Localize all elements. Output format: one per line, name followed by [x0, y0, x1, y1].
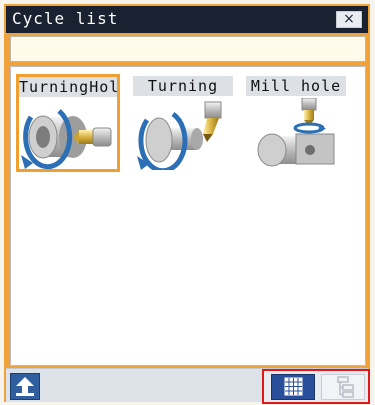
back-arrow-icon: [16, 377, 34, 396]
view-mode-group: [262, 369, 370, 404]
tree-view-icon: [337, 376, 354, 398]
window-title: Cycle list: [12, 9, 119, 28]
close-button[interactable]: ×: [336, 11, 362, 28]
tree-view-button[interactable]: [321, 374, 365, 400]
title-bar: Cycle list ×: [6, 6, 368, 33]
grid-view-icon: [284, 377, 303, 396]
cycle-card-mill-hole[interactable]: Mill hole: [244, 74, 348, 172]
bottom-toolbar: [6, 368, 370, 404]
mill-hole-icon: [257, 98, 335, 167]
cycle-input-field[interactable]: [10, 36, 366, 62]
turning-icon: [137, 101, 222, 170]
cycle-card-label: TurningHol: [19, 77, 117, 97]
cycle-list-panel: TurningHol Turning Mill hole: [10, 66, 366, 366]
cycle-card-turning-hole[interactable]: TurningHol: [16, 74, 120, 172]
cycle-card-turning[interactable]: Turning: [131, 74, 235, 172]
turning-hole-icon: [21, 109, 112, 170]
back-button[interactable]: [10, 373, 40, 400]
grid-view-button[interactable]: [271, 374, 315, 400]
cycle-card-label: Turning: [133, 76, 233, 96]
cycle-card-label: Mill hole: [246, 76, 346, 96]
